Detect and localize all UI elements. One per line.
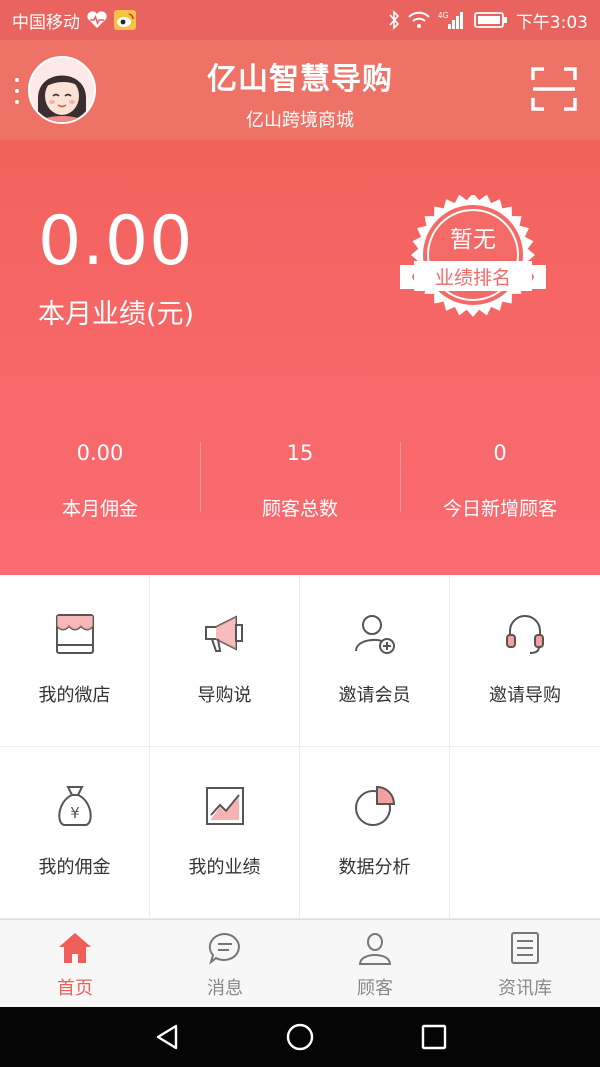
stat-label: 本月佣金 (61, 498, 138, 520)
stat-new-customers-today[interactable]: 0 今日新增顾客 (400, 430, 600, 530)
grid-item-my-commission[interactable]: ¥ 我的佣金 (0, 747, 150, 919)
bottom-tab-bar: 首页 消息 顾客 资讯库 (0, 919, 600, 1007)
grid-item-invite-guide[interactable]: 邀请导购 (450, 575, 600, 747)
health-icon (86, 11, 108, 29)
megaphone-icon (202, 611, 248, 657)
monthly-performance-value: 0.00 (38, 202, 194, 281)
money-bag-icon: ¥ (52, 783, 98, 829)
carrier-label: 中国移动 (12, 12, 80, 33)
ranking-badge[interactable]: 暂无 业绩排名 (394, 193, 552, 325)
news-icon (507, 930, 543, 966)
grid-empty-cell (450, 747, 600, 919)
stat-value: 0.00 (76, 441, 124, 465)
stat-value: 15 (286, 441, 314, 465)
weibo-icon (114, 10, 136, 30)
battery-icon (473, 11, 508, 29)
grid-item-label: 我的业绩 (188, 857, 261, 878)
grid-item-label: 邀请会员 (338, 685, 411, 706)
scan-icon[interactable] (530, 66, 578, 112)
app-title: 亿山智慧导购 (207, 62, 393, 97)
stat-value: 0 (493, 441, 507, 465)
shop-icon (52, 611, 98, 657)
message-icon (207, 930, 243, 966)
status-bar: 中国移动 4G 下午3:03 (0, 0, 600, 40)
signal-icon: 4G (438, 10, 466, 30)
grid-item-label: 我的佣金 (38, 857, 111, 878)
tab-messages[interactable]: 消息 (150, 920, 300, 1007)
stat-commission[interactable]: 0.00 本月佣金 (0, 430, 200, 530)
tab-label: 顾客 (357, 978, 393, 999)
grid-item-label: 我的微店 (38, 685, 111, 706)
clock: 下午3:03 (515, 12, 588, 33)
app-subtitle: 亿山跨境商城 (246, 110, 354, 131)
network-type: 4G (438, 11, 449, 20)
function-grid: 我的微店 导购说 邀请会员 邀请导购 ¥ 我的佣金 我的业绩 数据分析 (0, 575, 600, 919)
tab-news[interactable]: 资讯库 (450, 920, 600, 1007)
grid-item-invite-member[interactable]: 邀请会员 (300, 575, 450, 747)
trend-chart-icon (202, 783, 248, 829)
tab-label: 首页 (57, 978, 93, 999)
wifi-icon (408, 11, 430, 29)
grid-item-label: 邀请导购 (489, 685, 561, 706)
grid-item-label: 导购说 (197, 685, 252, 706)
pie-chart-icon (352, 783, 398, 829)
stat-total-customers[interactable]: 15 顾客总数 (200, 430, 400, 530)
back-icon[interactable] (152, 1022, 182, 1052)
add-member-icon (352, 611, 398, 657)
grid-item-my-shop[interactable]: 我的微店 (0, 575, 150, 747)
home-icon (57, 930, 93, 966)
headset-icon (502, 611, 548, 657)
grid-item-my-performance[interactable]: 我的业绩 (150, 747, 300, 919)
system-navigation-bar (0, 1007, 600, 1067)
performance-summary: 0.00 本月业绩(元) 暂无 业绩排名 0.00 本月佣金 15 顾客总数 0… (0, 140, 600, 575)
stat-label: 今日新增顾客 (442, 498, 557, 520)
tab-label: 资讯库 (498, 978, 552, 999)
grid-item-guide-talk[interactable]: 导购说 (150, 575, 300, 747)
monthly-performance-label: 本月业绩(元) (38, 299, 195, 330)
grid-item-label: 数据分析 (338, 857, 411, 878)
bluetooth-icon (388, 10, 400, 30)
tab-customers[interactable]: 顾客 (300, 920, 450, 1007)
app-header: 亿山智慧导购 亿山跨境商城 (0, 40, 600, 140)
grid-item-data-analysis[interactable]: 数据分析 (300, 747, 450, 919)
svg-text:¥: ¥ (70, 804, 80, 822)
stats-row: 0.00 本月佣金 15 顾客总数 0 今日新增顾客 (0, 430, 600, 530)
badge-ribbon-text: 业绩排名 (435, 267, 511, 289)
badge-status-text: 暂无 (450, 227, 496, 253)
tab-label: 消息 (207, 978, 243, 999)
tab-home[interactable]: 首页 (0, 920, 150, 1007)
home-circle-icon[interactable] (285, 1022, 315, 1052)
stat-label: 顾客总数 (261, 498, 338, 520)
customer-icon (357, 930, 393, 966)
recents-icon[interactable] (419, 1022, 449, 1052)
